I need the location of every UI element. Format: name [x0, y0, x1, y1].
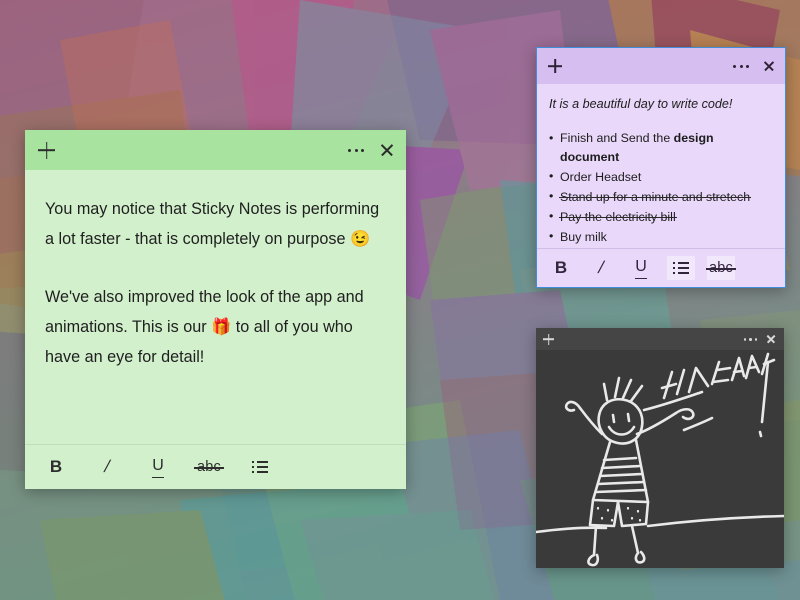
underline-button[interactable]: U	[627, 256, 655, 280]
close-icon[interactable]	[379, 143, 394, 158]
bullet-list-button[interactable]	[243, 452, 277, 482]
note-text-purple[interactable]: It is a beautiful day to write code! Fin…	[537, 84, 785, 246]
add-note-icon[interactable]	[548, 59, 562, 73]
note-lead-line: It is a beautiful day to write code!	[549, 97, 733, 111]
note-paragraph: We've also improved the look of the app …	[45, 288, 364, 366]
list-item-text: Pay the electricity bill	[560, 209, 676, 224]
list-item-text: Order Headset	[560, 169, 642, 184]
note-body-purple[interactable]: It is a beautiful day to write code! Fin…	[537, 84, 785, 248]
sticky-note-dark[interactable]	[536, 328, 784, 568]
formatting-toolbar-purple[interactable]: B / U abc	[537, 248, 785, 287]
bullet-list-button[interactable]	[667, 256, 695, 280]
sticky-note-green[interactable]: You may notice that Sticky Notes is perf…	[25, 130, 406, 489]
list-item[interactable]: Pay the electricity bill	[549, 207, 773, 227]
ink-drawing[interactable]	[536, 350, 784, 568]
list-item[interactable]: Buy milk	[549, 227, 773, 247]
note-header-actions-purple	[733, 60, 775, 72]
todo-list[interactable]: Finish and Send the design document Orde…	[549, 129, 773, 246]
list-item-text: Stand up for a minute and stretech	[560, 189, 751, 204]
more-options-icon[interactable]	[733, 60, 749, 72]
note-header-dark[interactable]	[536, 328, 784, 350]
list-item[interactable]: Finish and Send the design document	[549, 129, 773, 166]
note-body-green[interactable]: You may notice that Sticky Notes is perf…	[25, 170, 406, 444]
note-paragraph: You may notice that Sticky Notes is perf…	[45, 200, 380, 248]
more-options-icon[interactable]	[347, 143, 365, 157]
strikethrough-label: abc	[194, 459, 224, 475]
list-item-text: Buy milk	[560, 229, 607, 244]
note-text-green[interactable]: You may notice that Sticky Notes is perf…	[25, 170, 406, 372]
add-note-icon[interactable]	[543, 333, 554, 345]
list-item[interactable]: Order Headset	[549, 167, 773, 187]
underline-label: U	[635, 258, 647, 279]
note-body-dark[interactable]	[536, 350, 784, 568]
note-header-actions-dark	[744, 334, 776, 344]
bullet-list-icon	[251, 460, 269, 474]
close-icon[interactable]	[763, 60, 775, 72]
list-item-text: Finish and Send the design document	[560, 131, 714, 164]
note-header-actions-green	[347, 143, 394, 158]
strikethrough-button[interactable]: abc	[192, 452, 226, 482]
close-icon[interactable]	[766, 334, 776, 344]
bold-button[interactable]: B	[547, 256, 575, 280]
note-header-green[interactable]	[25, 130, 406, 170]
strikethrough-label: abc	[706, 260, 736, 276]
underline-button[interactable]: U	[141, 452, 175, 482]
note-header-purple[interactable]	[537, 48, 785, 84]
sticky-note-purple[interactable]: It is a beautiful day to write code! Fin…	[536, 47, 786, 288]
bold-button[interactable]: B	[39, 452, 73, 482]
strikethrough-button[interactable]: abc	[706, 256, 736, 280]
underline-label: U	[152, 457, 164, 478]
more-options-icon[interactable]	[744, 334, 757, 344]
italic-button[interactable]: /	[89, 452, 125, 482]
list-item[interactable]: Stand up for a minute and stretech	[549, 187, 773, 207]
italic-button[interactable]: /	[586, 256, 616, 280]
add-note-icon[interactable]	[38, 141, 55, 159]
bullet-list-icon	[672, 261, 690, 275]
formatting-toolbar-green[interactable]: B / U abc	[25, 444, 406, 489]
